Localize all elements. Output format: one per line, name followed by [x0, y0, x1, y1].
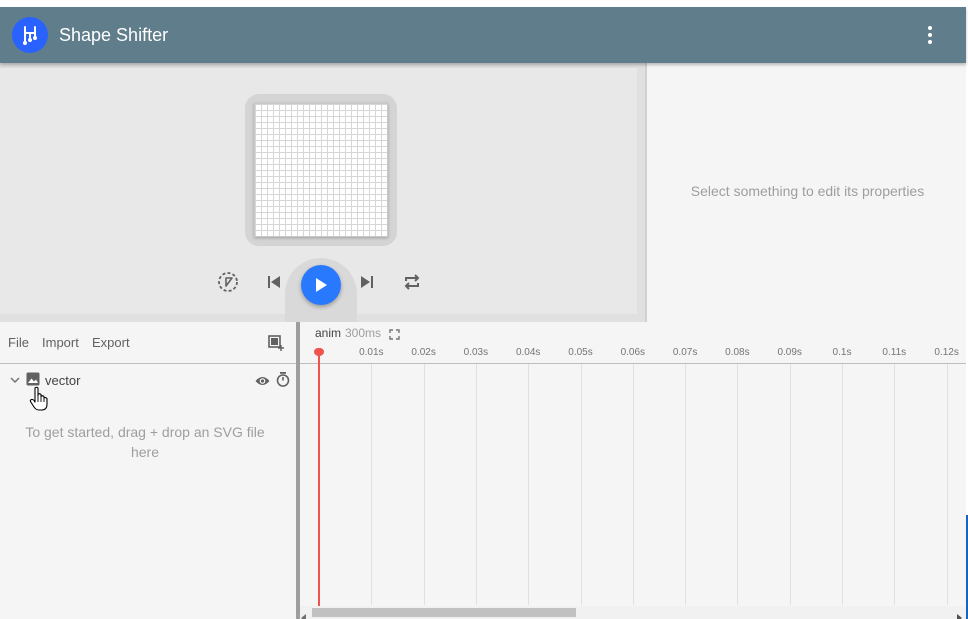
timeline-grid-line: [842, 364, 843, 605]
repeat-icon[interactable]: [396, 266, 428, 298]
artboard-frame: [245, 94, 397, 246]
fullscreen-icon[interactable]: [389, 327, 400, 340]
playhead-handle[interactable]: [314, 348, 324, 356]
timeline-tick-label: 0.1s: [832, 347, 852, 358]
timeline-grid-line: [371, 364, 373, 605]
timeline-tick-label: 0.01s: [359, 347, 384, 358]
timeline-tick-label: 0.05s: [568, 347, 593, 358]
timeline-grid-line: [475, 364, 477, 605]
playhead-line: [318, 350, 320, 606]
timeline-tick-label: 0.04s: [515, 347, 541, 358]
scroll-left-arrow-icon[interactable]: [301, 609, 307, 619]
timeline-tick-label: 0.09s: [777, 347, 802, 358]
import-button[interactable]: Import: [42, 335, 79, 350]
playback-controls: [212, 258, 432, 322]
app-root: Shape Shifter Select something to edit i…: [0, 0, 968, 619]
canvas-area: [0, 63, 645, 322]
more-vert-icon[interactable]: [918, 23, 942, 47]
canvas-viewport: [0, 68, 637, 322]
app-toolbar: Shape Shifter: [0, 7, 966, 63]
timeline-grid-line: [685, 364, 687, 605]
visibility-eye-icon[interactable]: [255, 374, 270, 386]
timeline-tick-label: 0.07s: [672, 347, 698, 358]
layers-panel: File Import Export vector To get started…: [0, 322, 296, 619]
add-layer-icon[interactable]: [268, 335, 284, 351]
chevron-down-icon[interactable]: [9, 373, 21, 385]
app-title: Shape Shifter: [59, 24, 169, 45]
timeline-header: anim 300ms 0.01s 0.02s 0.03s 0.04s 0.05s 0.06…: [300, 322, 966, 364]
file-button[interactable]: File: [8, 335, 29, 350]
timeline-panel: anim 300ms 0.01s 0.02s 0.03s 0.04s 0.05s 0.06…: [300, 322, 966, 619]
shape-shifter-logo-icon[interactable]: [12, 17, 48, 53]
timeline-grid-line: [737, 364, 739, 605]
image-icon: [26, 372, 40, 386]
timeline-tick-label: 0.11s: [882, 347, 907, 358]
timeline-tick-label: 0.12s: [934, 347, 959, 358]
layers-header: File Import Export: [0, 322, 296, 364]
timeline-grid-line: [632, 364, 634, 605]
properties-panel: Select something to edit its properties: [645, 63, 966, 322]
timeline-grid-line: [580, 364, 582, 605]
layer-name: vector: [45, 373, 81, 388]
timeline-grid-line: [894, 364, 896, 605]
slow-motion-icon[interactable]: [212, 266, 244, 298]
export-button[interactable]: Export: [92, 335, 130, 350]
timeline-grid-line: [946, 364, 948, 605]
timeline-grid-line: [789, 364, 791, 605]
timeline-tick-label: 0.03s: [463, 347, 489, 358]
timeline-tick-label: 0.06s: [620, 347, 646, 358]
animation-duration[interactable]: 300ms: [345, 326, 381, 340]
timeline-grid-line: [528, 364, 530, 605]
timeline-grid-line: [423, 364, 425, 605]
scrollbar-thumb[interactable]: [312, 608, 576, 617]
hand-pointer-cursor-icon: [29, 386, 49, 412]
artboard-canvas[interactable]: [254, 103, 388, 237]
skip-next-icon[interactable]: [351, 266, 383, 298]
drop-hint-text: To get started, drag + drop an SVG file …: [25, 424, 265, 460]
timeline-tick-label: 0.02s: [411, 347, 436, 358]
properties-empty-message: Select something to edit its properties: [690, 183, 925, 199]
scroll-right-arrow-icon[interactable]: [956, 609, 962, 619]
play-icon[interactable]: [301, 265, 341, 305]
timeline-scrollbar[interactable]: [300, 606, 966, 619]
animation-name[interactable]: anim: [315, 326, 341, 340]
timer-icon[interactable]: [276, 372, 290, 387]
timeline-tick-label: 0.08s: [725, 347, 750, 358]
